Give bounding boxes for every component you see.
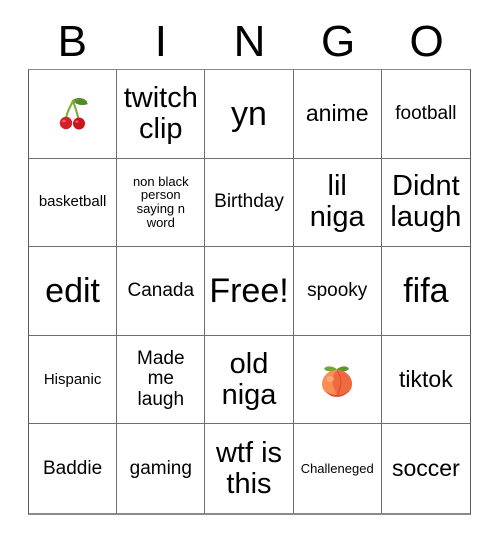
bingo-cell-r4c1[interactable]: Hispanic — [29, 335, 118, 425]
header-letter-n: N — [233, 17, 266, 66]
bingo-cell-label: yn — [231, 94, 267, 133]
bingo-cell-r3c4[interactable]: spooky — [293, 247, 382, 336]
bingo-cell-r2c2[interactable]: non black person saying n word — [117, 158, 206, 248]
bingo-cell-r1c4[interactable]: anime — [293, 70, 382, 159]
header-letter-g: G — [320, 17, 356, 66]
peach-emoji — [317, 360, 357, 400]
bingo-card: B I N G O twitch clip yn anime football bask… — [0, 0, 500, 544]
bingo-cell-label: Canada — [127, 279, 195, 301]
bingo-cell-label: Hispanic — [43, 370, 102, 388]
bingo-cell-r4c3[interactable]: old niga — [205, 335, 294, 425]
bingo-cell-r1c5[interactable]: football — [381, 70, 470, 159]
bingo-cell-r5c2[interactable]: gaming — [117, 424, 206, 513]
bingo-cell-r2c5[interactable]: Didnt laugh — [381, 158, 470, 248]
bingo-cell-label: gaming — [129, 457, 192, 479]
bingo-grid: twitch clip yn anime football basketball non … — [28, 69, 471, 515]
bingo-cell-r5c1[interactable]: Baddie — [29, 424, 118, 513]
bingo-cell-r1c2[interactable]: twitch clip — [117, 70, 206, 159]
bingo-cell-label: lil niga — [309, 170, 365, 234]
bingo-cell-label: non black person saying n word — [132, 173, 189, 231]
bingo-cell-label: twitch clip — [123, 81, 198, 145]
header-letter-o: O — [409, 17, 444, 66]
bingo-cell-label: Birthday — [214, 191, 284, 213]
bingo-cell-label: Free! — [209, 271, 289, 310]
bingo-cell-r2c4[interactable]: lil niga — [293, 158, 382, 248]
bingo-cell-label: wtf is this — [215, 436, 283, 500]
bingo-cell-label: Challeneged — [300, 460, 374, 476]
header-letter-b: B — [57, 17, 87, 66]
cherries-emoji — [53, 94, 93, 134]
bingo-cell-r5c3[interactable]: wtf is this — [205, 424, 294, 513]
bingo-cell-r2c1[interactable]: basketball — [29, 158, 118, 248]
bingo-cell-label: tiktok — [399, 366, 453, 393]
bingo-cell-free[interactable]: Free! — [205, 247, 294, 336]
bingo-cell-r3c1[interactable]: edit — [29, 247, 118, 336]
bingo-cell-r5c5[interactable]: soccer — [381, 424, 470, 513]
bingo-cell-label: soccer — [392, 455, 460, 482]
bingo-header-row: B I N G O — [28, 8, 471, 66]
bingo-cell-r4c2[interactable]: Made me laugh — [117, 335, 206, 425]
bingo-cell-r3c2[interactable]: Canada — [117, 247, 206, 336]
bingo-cell-r1c3[interactable]: yn — [205, 70, 294, 159]
bingo-cell-r1c1[interactable] — [29, 70, 118, 159]
bingo-cell-label: basketball — [38, 193, 107, 211]
bingo-cell-label: old niga — [221, 347, 277, 411]
bingo-cell-r2c3[interactable]: Birthday — [205, 158, 294, 248]
bingo-cell-label: Didnt laugh — [390, 170, 462, 234]
bingo-cell-r3c5[interactable]: fifa — [381, 247, 470, 336]
bingo-cell-label: football — [395, 102, 457, 124]
bingo-cell-label: Made me laugh — [137, 348, 185, 410]
bingo-cell-r4c5[interactable]: tiktok — [381, 335, 470, 425]
bingo-cell-label: Baddie — [43, 457, 103, 479]
bingo-cell-label: anime — [305, 100, 369, 127]
bingo-cell-r5c4[interactable]: Challeneged — [293, 424, 382, 513]
bingo-cell-r4c4[interactable] — [293, 335, 382, 425]
bingo-cell-label: spooky — [307, 279, 368, 301]
bingo-cell-label: edit — [45, 271, 100, 310]
header-letter-i: I — [154, 17, 167, 66]
bingo-cell-label: fifa — [403, 271, 449, 310]
